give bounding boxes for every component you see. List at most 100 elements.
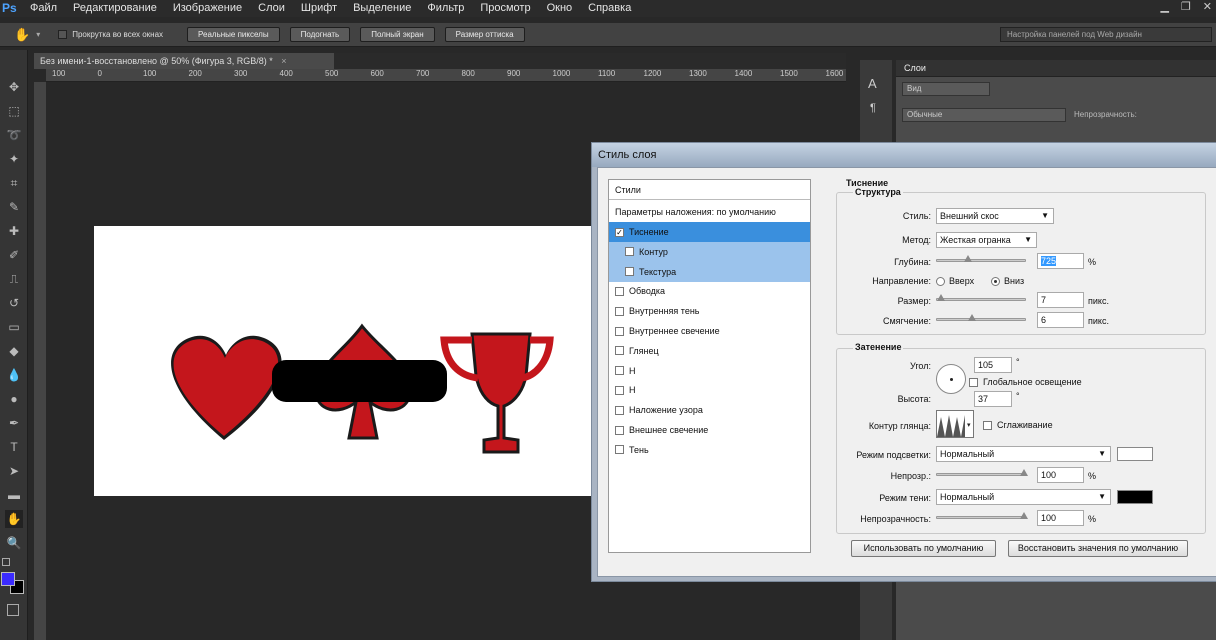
style-item[interactable]: ✓ Тиснение bbox=[609, 222, 810, 242]
layers-panel-tab[interactable]: Слои bbox=[896, 60, 1216, 77]
menu-item-2[interactable]: Изображение bbox=[173, 0, 242, 17]
character-panel-icon[interactable]: A bbox=[868, 76, 877, 91]
styles-header[interactable]: Стили bbox=[609, 180, 810, 200]
bevel-style-select[interactable]: Внешний скос ▼ bbox=[936, 208, 1054, 224]
eyedropper-tool-icon[interactable]: ✎ bbox=[5, 198, 23, 216]
paragraph-panel-icon[interactable]: ¶ bbox=[870, 102, 876, 114]
depth-input[interactable]: 725 bbox=[1037, 253, 1084, 269]
print-size-button[interactable]: Размер оттиска bbox=[444, 27, 525, 42]
tool-preset-dropdown-icon[interactable]: ▾ bbox=[36, 30, 40, 39]
style-item[interactable]: Наложение узора bbox=[609, 400, 810, 420]
style-item[interactable]: Н bbox=[609, 361, 810, 381]
style-checkbox[interactable] bbox=[615, 306, 624, 316]
scroll-all-checkbox[interactable] bbox=[58, 30, 68, 39]
style-checkbox[interactable] bbox=[615, 326, 624, 336]
history-brush-tool-icon[interactable]: ↺ bbox=[5, 294, 23, 312]
default-colors-icon[interactable] bbox=[2, 558, 10, 566]
blur-tool-icon[interactable]: 💧 bbox=[5, 366, 23, 384]
style-item[interactable]: Внутренняя тень bbox=[609, 301, 810, 321]
actual-pixels-button[interactable]: Реальные пикселы bbox=[187, 27, 280, 42]
pen-tool-icon[interactable]: ✒ bbox=[5, 414, 23, 432]
eraser-tool-icon[interactable]: ▭ bbox=[5, 318, 23, 336]
style-checkbox[interactable] bbox=[615, 286, 624, 296]
path-selection-tool-icon[interactable]: ➤ bbox=[5, 462, 23, 480]
fill-screen-button[interactable]: Полный экран bbox=[360, 27, 435, 42]
minimize-icon[interactable]: ▁ bbox=[1160, 0, 1168, 13]
document-canvas[interactable] bbox=[94, 226, 599, 496]
quick-mask-icon[interactable] bbox=[7, 604, 19, 616]
paint-bucket-tool-icon[interactable]: ◆ bbox=[5, 342, 23, 360]
direction-down-radio[interactable] bbox=[991, 277, 1000, 286]
style-item[interactable]: Внешнее свечение bbox=[609, 420, 810, 440]
altitude-input[interactable]: 37 bbox=[974, 391, 1012, 407]
style-checkbox[interactable] bbox=[615, 385, 624, 395]
menu-item-5[interactable]: Выделение bbox=[353, 0, 411, 17]
gloss-contour-picker[interactable]: ▾ bbox=[936, 410, 974, 438]
clone-stamp-tool-icon[interactable]: ⎍ bbox=[5, 270, 23, 288]
make-default-button[interactable]: Использовать по умолчанию bbox=[851, 540, 996, 557]
crop-tool-icon[interactable]: ⌗ bbox=[5, 174, 23, 192]
brush-tool-icon[interactable]: ✐ bbox=[5, 246, 23, 264]
foreground-color-swatch[interactable] bbox=[1, 572, 15, 586]
menu-item-3[interactable]: Слои bbox=[258, 0, 285, 17]
menu-item-4[interactable]: Шрифт bbox=[301, 0, 337, 17]
depth-slider[interactable] bbox=[936, 255, 1026, 262]
close-icon[interactable]: ✕ bbox=[1203, 0, 1212, 13]
style-item[interactable]: Глянец bbox=[609, 341, 810, 361]
shadow-opacity-slider[interactable] bbox=[936, 512, 1028, 519]
style-item[interactable]: Внутреннее свечение bbox=[609, 321, 810, 341]
shadow-opacity-input[interactable]: 100 bbox=[1037, 510, 1084, 526]
close-tab-icon[interactable]: × bbox=[281, 56, 286, 66]
style-checkbox[interactable] bbox=[615, 405, 624, 415]
style-checkbox[interactable] bbox=[615, 425, 624, 435]
menu-item-8[interactable]: Окно bbox=[547, 0, 573, 17]
reset-default-button[interactable]: Восстановить значения по умолчанию bbox=[1008, 540, 1188, 557]
zoom-tool-icon[interactable]: 🔍 bbox=[5, 534, 23, 552]
shadow-mode-select[interactable]: Нормальный ▼ bbox=[936, 489, 1111, 505]
highlight-opacity-input[interactable]: 100 bbox=[1037, 467, 1084, 483]
style-checkbox[interactable]: ✓ bbox=[615, 227, 624, 237]
highlight-color-swatch[interactable] bbox=[1117, 447, 1153, 461]
hand-tool-icon[interactable]: ✋ bbox=[5, 510, 23, 528]
shape-tool-icon[interactable]: ▬ bbox=[5, 486, 23, 504]
style-checkbox[interactable] bbox=[615, 445, 624, 455]
restore-icon[interactable]: ❐ bbox=[1181, 0, 1191, 13]
anti-aliased-checkbox[interactable] bbox=[983, 421, 992, 430]
soften-slider[interactable] bbox=[936, 314, 1026, 321]
blending-options-item[interactable]: Параметры наложения: по умолчанию bbox=[609, 202, 810, 222]
blend-mode-select[interactable]: Обычные bbox=[902, 108, 1066, 122]
type-tool-icon[interactable]: T bbox=[5, 438, 23, 456]
workspace-select[interactable]: Настройка панелей под Web дизайн bbox=[1000, 27, 1212, 42]
move-tool-icon[interactable]: ✥ bbox=[5, 78, 23, 96]
style-checkbox[interactable] bbox=[615, 366, 624, 376]
document-tab[interactable]: Без имени-1-восстановлено @ 50% (Фигура … bbox=[34, 53, 334, 69]
layer-filter-select[interactable]: Вид bbox=[902, 82, 990, 96]
healing-brush-tool-icon[interactable]: ✚ bbox=[5, 222, 23, 240]
shadow-color-swatch[interactable] bbox=[1117, 490, 1153, 504]
marquee-tool-icon[interactable]: ⬚ bbox=[5, 102, 23, 120]
style-item[interactable]: Н bbox=[609, 380, 810, 400]
direction-up-radio[interactable] bbox=[936, 277, 945, 286]
style-checkbox[interactable] bbox=[625, 267, 634, 277]
menu-item-0[interactable]: Файл bbox=[30, 0, 57, 17]
style-item[interactable]: Тень bbox=[609, 440, 810, 460]
global-light-checkbox[interactable] bbox=[969, 378, 978, 387]
style-checkbox[interactable] bbox=[615, 346, 624, 356]
size-input[interactable]: 7 bbox=[1037, 292, 1084, 308]
angle-dial[interactable] bbox=[936, 364, 966, 394]
hand-tool-icon[interactable]: ✋ bbox=[14, 27, 30, 43]
style-item[interactable]: Обводка bbox=[609, 281, 810, 301]
magic-wand-tool-icon[interactable]: ✦ bbox=[5, 150, 23, 168]
soften-input[interactable]: 6 bbox=[1037, 312, 1084, 328]
angle-input[interactable]: 105 bbox=[974, 357, 1012, 373]
highlight-mode-select[interactable]: Нормальный ▼ bbox=[936, 446, 1111, 462]
style-checkbox[interactable] bbox=[625, 247, 634, 257]
size-slider[interactable] bbox=[936, 294, 1026, 301]
style-item[interactable]: Контур bbox=[609, 241, 810, 262]
technique-select[interactable]: Жесткая огранка ▼ bbox=[936, 232, 1037, 248]
menu-item-1[interactable]: Редактирование bbox=[73, 0, 157, 17]
fit-screen-button[interactable]: Подогнать bbox=[289, 27, 351, 42]
menu-item-9[interactable]: Справка bbox=[588, 0, 631, 17]
menu-item-7[interactable]: Просмотр bbox=[480, 0, 530, 17]
dodge-tool-icon[interactable]: ● bbox=[5, 390, 23, 408]
